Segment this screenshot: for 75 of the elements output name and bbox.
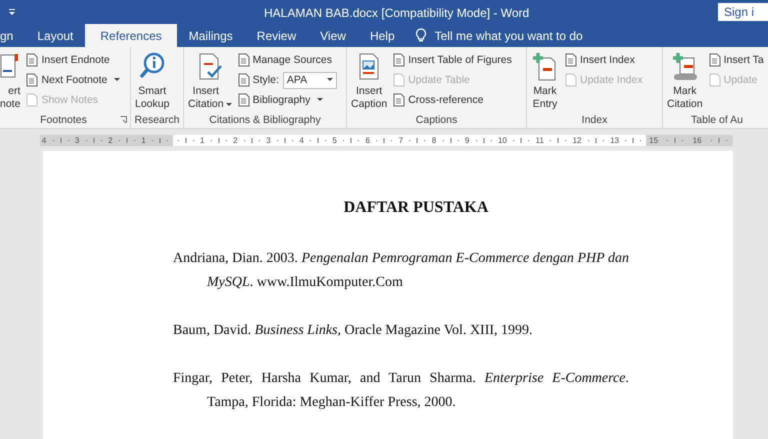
ruler-number: 6 xyxy=(366,134,370,146)
ruler-number: 12 xyxy=(572,134,582,146)
ribbon-tab[interactable]: View xyxy=(308,24,358,48)
ribbon-button[interactable]: Insert Citation xyxy=(187,50,233,112)
ribbon-button[interactable]: Bibliography xyxy=(236,93,324,108)
ribbon-tab[interactable]: gn xyxy=(0,24,26,48)
style-dropdown[interactable]: APA xyxy=(282,72,337,89)
document-icon xyxy=(708,53,721,68)
ruler-number: 2 xyxy=(233,134,238,146)
group-label: Citations & Bibliography xyxy=(209,114,321,126)
document-icon xyxy=(236,73,250,88)
tell-me-search[interactable]: Tell me what you want to do xyxy=(434,24,583,48)
ribbon-button[interactable]: Mark Citation xyxy=(666,50,704,112)
group-label: Research xyxy=(134,114,180,126)
document-icon xyxy=(392,73,406,88)
ruler-number: 13 xyxy=(610,134,619,146)
caret-icon xyxy=(114,78,120,82)
ribbon-tab[interactable]: Review xyxy=(244,24,308,48)
bibliography-entry: Baum, David. Business Links, Oracle Magazine Vol. XIII, 1999. xyxy=(173,322,534,340)
ribbon-button[interactable]: ert note xyxy=(0,50,22,112)
ribbon-button[interactable]: Smart Lookup xyxy=(134,50,170,112)
ruler-number: 5 xyxy=(332,134,337,146)
ribbon-button[interactable]: Insert Table of Figures xyxy=(391,53,513,68)
ruler-number: 3 xyxy=(74,134,80,146)
document-icon xyxy=(392,93,406,108)
ruler-number: 2 xyxy=(108,134,113,146)
ribbon-tab[interactable]: Help xyxy=(358,24,407,48)
ruler-number: 4 xyxy=(42,134,46,146)
document-icon xyxy=(708,73,721,88)
document-icon xyxy=(392,53,406,68)
customize-icon[interactable] xyxy=(8,8,16,16)
document-icon xyxy=(564,73,577,88)
group-label: Table of Au xyxy=(691,114,743,126)
sign-in-button[interactable]: Sign i xyxy=(718,3,768,22)
bibliography-entry: Andriana, Dian. 2003. Pengenalan Pemrograman E-Commerce dengan PHP dan MySQL. www.IlmuKomputer.Com xyxy=(173,250,629,292)
ruler-number: 10 xyxy=(498,134,507,146)
caret-icon xyxy=(226,103,232,108)
ribbon-button[interactable]: Next Footnote xyxy=(24,73,122,88)
group-label: Index xyxy=(582,114,608,126)
ribbon-tab[interactable]: Layout xyxy=(25,24,86,48)
ruler-number: 15 xyxy=(649,134,658,146)
ruler-number: 4 xyxy=(299,134,304,146)
ribbon-button[interactable]: Insert Endnote xyxy=(24,53,111,68)
group-label: Footnotes xyxy=(40,114,87,126)
document-icon xyxy=(25,53,38,68)
caret-icon xyxy=(317,98,324,102)
caret-icon xyxy=(326,78,333,82)
ruler-number: 7 xyxy=(398,134,404,146)
document-icon xyxy=(236,93,250,108)
document-icon xyxy=(25,73,38,88)
ribbon-button[interactable]: Insert Caption xyxy=(350,50,388,112)
ribbon-button[interactable]: Style: xyxy=(236,73,280,88)
ribbon-button[interactable]: Mark Entry xyxy=(530,50,560,112)
bibliography-entry: Fingar, Peter, Harsha Kumar, and Tarun Sharma. Enterprise E-Commerce. Tampa, Florida: Meghan-Kiffer Press, 2000. xyxy=(173,370,629,412)
ruler-number: 11 xyxy=(536,134,544,146)
ribbon-button[interactable]: Cross-reference xyxy=(391,93,484,108)
ribbon-button[interactable]: Insert Ta xyxy=(706,53,765,68)
ribbon-tab[interactable]: References xyxy=(85,24,177,48)
document-icon xyxy=(236,53,250,68)
ruler-number: 3 xyxy=(266,134,271,146)
ribbon-tab[interactable]: Mailings xyxy=(176,24,245,48)
ruler-number: 9 xyxy=(464,134,470,146)
ribbon-button[interactable]: Manage Sources xyxy=(236,53,333,68)
window-title: HALAMAN BAB.docx [Compatibility Mode] - Word xyxy=(264,6,530,20)
document-heading: DAFTAR PUSTAKA xyxy=(342,199,490,218)
group-label: Captions xyxy=(416,114,458,126)
document-icon xyxy=(25,93,38,108)
ruler-number: 8 xyxy=(432,134,436,146)
dialog-launcher-icon[interactable] xyxy=(120,116,127,124)
ribbon-button[interactable]: Insert Index xyxy=(563,53,636,68)
ruler-number: 1 xyxy=(200,134,204,146)
document-icon xyxy=(564,53,577,68)
mark-citation-icon xyxy=(670,52,699,82)
ruler-number: 1 xyxy=(141,134,146,146)
ruler-number: 16 xyxy=(692,134,702,146)
